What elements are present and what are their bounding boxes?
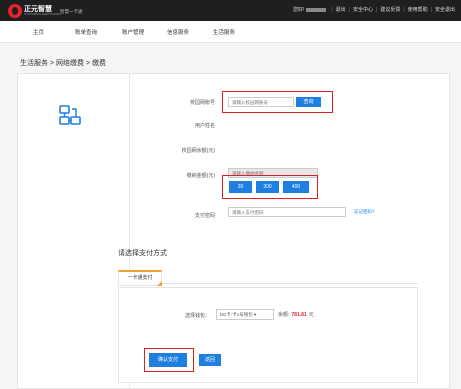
account-label: 校园网账号	[189, 100, 215, 106]
username-masked	[306, 7, 327, 12]
security-center-link[interactable]: 安全中心	[353, 6, 373, 13]
help-link[interactable]: 使用帮助	[408, 6, 428, 13]
feedback-link[interactable]: 建议反馈	[380, 6, 400, 13]
greeting: 您好!	[292, 7, 305, 13]
network-icon	[59, 105, 81, 125]
password-input[interactable]	[228, 207, 346, 217]
user-links: 您好! | 退出 | 安全中心 | 建议反馈 | 使用帮助 | 安全退出	[292, 6, 455, 14]
logo[interactable]: 正元智慧 SYNTHESIS ELECTRONIC 智慧一卡通	[8, 4, 96, 18]
wallet-balance-value: 781.81	[291, 312, 307, 318]
account-input[interactable]	[228, 97, 294, 107]
wallet-balance: 余额: 781.81 元	[278, 311, 314, 318]
wallet-balance-unit: 元	[308, 312, 314, 318]
safe-exit-link[interactable]: 安全退出	[435, 6, 455, 13]
nav-item-info[interactable]: 信息服务	[167, 28, 189, 36]
logo-subtitle: SYNTHESIS ELECTRONIC	[24, 12, 62, 16]
side-column	[18, 74, 130, 388]
logo-icon	[8, 4, 22, 18]
wallet-label: 选择钱包：	[184, 313, 210, 319]
wallet-select[interactable]: M1卡-卡1号钱包 ▾	[216, 309, 274, 320]
nav-item-home[interactable]: 主页	[33, 28, 44, 36]
top-bar: 正元智慧 SYNTHESIS ELECTRONIC 智慧一卡通 您好! | 退出…	[0, 0, 461, 21]
back-button[interactable]: 返回	[199, 354, 221, 366]
password-label: 支付密码	[194, 213, 215, 219]
name-label: 用户姓名	[194, 123, 215, 129]
payment-method-title: 请选择支付方式	[118, 250, 167, 257]
logo-slogan: 智慧一卡通	[60, 9, 83, 14]
amount-option-400[interactable]: 400	[283, 181, 309, 193]
nav-item-bill-query[interactable]: 账单查询	[75, 28, 97, 36]
confirm-pay-button[interactable]: 确认支付	[149, 353, 187, 367]
amount-option-20[interactable]: 20	[229, 181, 252, 193]
tab-divider	[118, 283, 418, 284]
amount-option-200[interactable]: 200	[256, 181, 279, 193]
breadcrumb: 生活服务 > 网络缴费 > 缴费	[20, 60, 106, 67]
tab-card-payment[interactable]: 一卡通支付	[118, 270, 162, 286]
forgot-password-link[interactable]: 忘记密码?	[354, 209, 375, 215]
balance-label: 校园网余额(元)	[181, 148, 215, 154]
amount-label: 缴纳金额(元)	[186, 173, 215, 179]
logout-link[interactable]: 退出	[336, 6, 346, 13]
query-button[interactable]: 查询	[296, 97, 321, 107]
wallet-balance-label: 余额:	[278, 312, 290, 318]
nav-item-account[interactable]: 账户管理	[122, 28, 144, 36]
main-nav: 主页 账单查询 账户管理 信息服务 生活服务	[0, 21, 461, 43]
nav-item-life[interactable]: 生活服务	[213, 28, 235, 36]
